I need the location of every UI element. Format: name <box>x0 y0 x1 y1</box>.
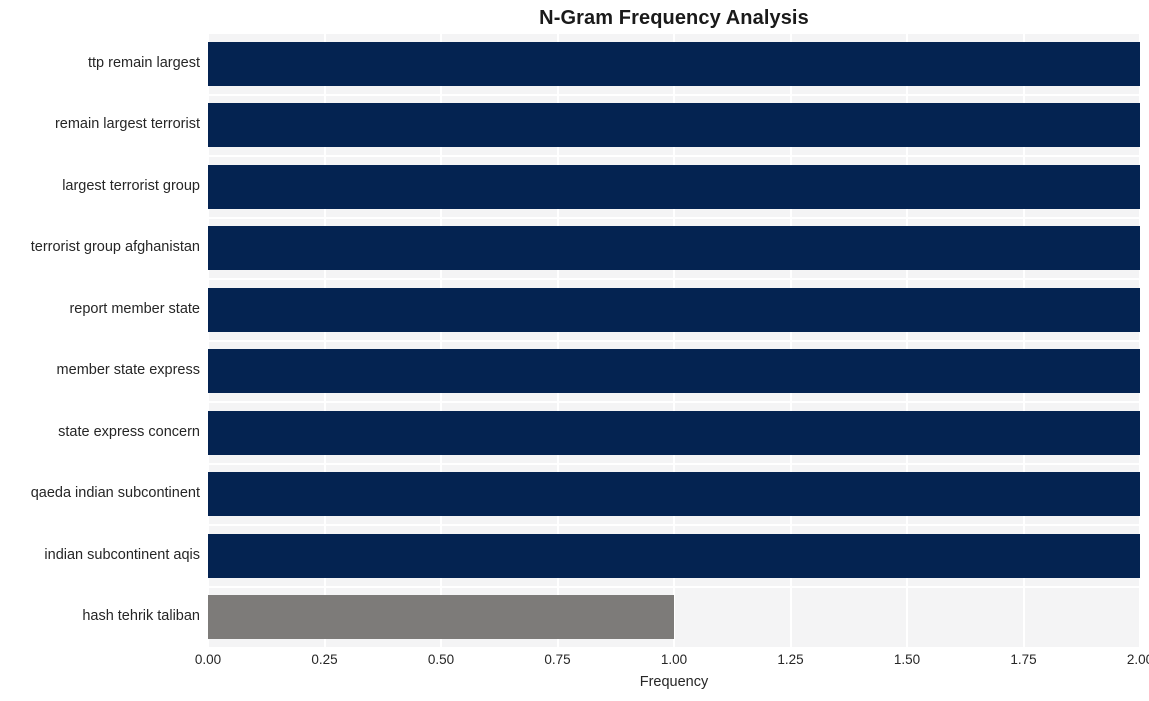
bar <box>208 410 1140 455</box>
x-axis-tick-label: 2.00 <box>1126 652 1149 667</box>
x-axis-tick-label: 1.50 <box>893 652 921 667</box>
bar <box>208 349 1140 394</box>
y-axis-tick-label: ttp remain largest <box>87 54 200 71</box>
y-gridline <box>208 339 1140 342</box>
y-gridline <box>208 216 1140 219</box>
x-axis-tick-label: 0.50 <box>427 652 455 667</box>
chart-title: N-Gram Frequency Analysis <box>539 7 809 29</box>
y-gridline <box>208 585 1140 588</box>
x-axis-tick-label: 0.75 <box>544 652 571 667</box>
y-gridline <box>208 33 1140 34</box>
x-axis-tick-label: 0.25 <box>311 652 338 667</box>
y-gridline <box>208 155 1140 157</box>
y-axis-tick-label: terrorist group afghanistan <box>30 239 200 256</box>
bar <box>208 533 1140 578</box>
x-axis-tick-label: 1.00 <box>660 652 688 667</box>
y-axis-tick-label: member state express <box>56 362 200 379</box>
y-axis-tick-label: indian subcontinent aqis <box>44 546 200 563</box>
y-gridline <box>208 93 1140 96</box>
y-axis-tick-label: largest terrorist group <box>62 177 200 194</box>
plot-area <box>208 33 1140 648</box>
y-axis-tick-label: qaeda indian subcontinent <box>30 485 200 502</box>
bar <box>208 41 1140 86</box>
x-axis-tick-labels: 0.00 0.25 0.50 0.75 1.00 1.25 1.50 1.75 2.00 <box>195 652 1149 674</box>
y-gridline <box>208 647 1140 648</box>
y-axis-tick-label: state express concern <box>58 423 200 440</box>
bar <box>208 472 1140 517</box>
y-gridline <box>208 401 1140 403</box>
y-axis-tick-label: remain largest terrorist <box>54 116 200 133</box>
x-axis-title: Frequency <box>639 674 709 690</box>
y-gridline <box>208 524 1140 526</box>
y-gridline <box>208 462 1140 465</box>
bar <box>208 103 1140 148</box>
x-axis-tick-label: 0.00 <box>194 652 222 667</box>
y-gridline <box>208 278 1140 280</box>
bar <box>208 595 674 640</box>
x-axis-tick-label: 1.75 <box>1010 652 1037 667</box>
y-axis-tick-label: hash tehrik taliban <box>82 608 200 625</box>
x-axis-tick-label: 1.25 <box>777 652 804 667</box>
y-axis-tick-label: report member state <box>69 300 200 317</box>
y-axis-tick-labels: ttp remain largest remain largest terrori… <box>0 33 200 648</box>
bar <box>208 226 1140 271</box>
bar <box>208 287 1140 332</box>
chart-figure: N-Gram Frequency Analysis ttp remain lar… <box>0 0 1149 701</box>
bar <box>208 164 1140 209</box>
